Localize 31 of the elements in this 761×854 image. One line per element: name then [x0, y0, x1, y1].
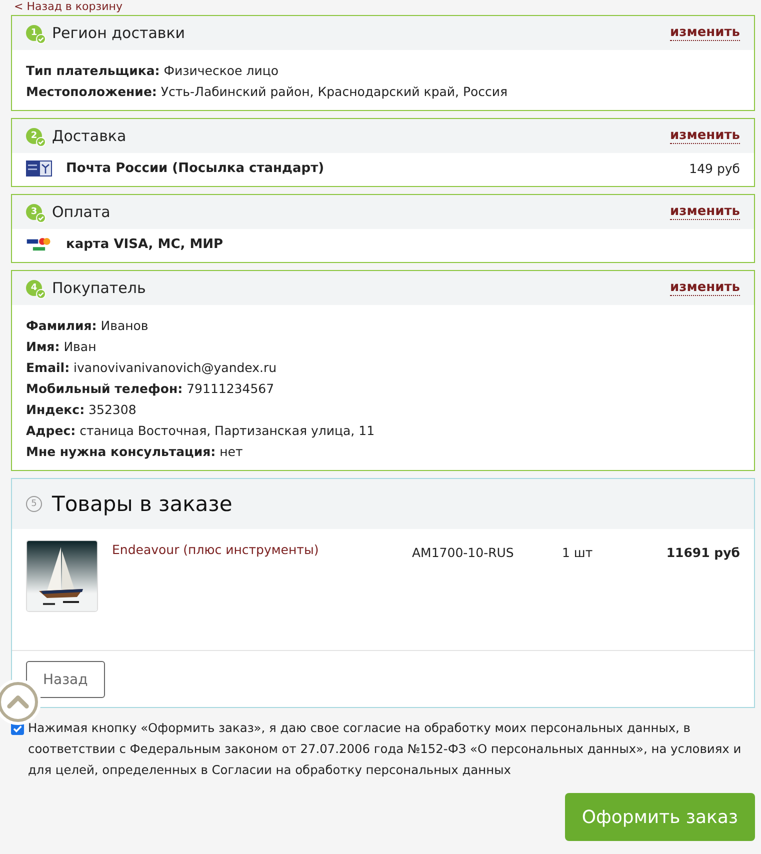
step-title: Доставка [52, 127, 126, 145]
field-line: Мне нужна консультация: нет [26, 443, 244, 461]
field-line: Фамилия: Иванов [26, 317, 150, 335]
step-title: Оплата [52, 203, 110, 221]
edit-link[interactable]: изменить [670, 25, 740, 41]
product-quantity: 1 шт [562, 545, 594, 560]
field-line: Email: ivanovivanivanovich@yandex.ru [26, 359, 278, 377]
back-to-cart-link[interactable]: < Назад в корзину [11, 0, 755, 13]
back-button[interactable]: Назад [26, 661, 105, 698]
edit-link[interactable]: изменить [670, 128, 740, 144]
step-title: Покупатель [52, 279, 146, 297]
field-line: Адрес: станица Восточная, Партизанская улица, 11 [26, 422, 376, 440]
post-logo-icon [26, 160, 52, 177]
edit-link[interactable]: изменить [670, 204, 740, 220]
delivery-price: 149 руб [689, 161, 740, 176]
product-price: 11691 руб [666, 545, 740, 560]
payment-cards-icon [26, 236, 52, 253]
consent-text: Нажимая кнопку «Оформить заказ», я даю свое согласие на обработку моих персональных данных, в соответствии с Федеральным законом от 27.07.2006 года №152-ФЗ «О персональных данных», на условиях и для целей, определенных в Согласии на обработку персональных данных [28, 720, 742, 779]
product-name-link[interactable]: Endeavour (плюс инструменты) [112, 542, 412, 557]
field-line: Имя: Иван [26, 338, 98, 356]
step-title: Товары в заказе [52, 492, 232, 516]
step-number-badge: 5 [26, 496, 42, 512]
delivery-method: Почта России (Посылка стандарт) [66, 161, 324, 176]
field-line: Мобильный телефон: 79111234567 [26, 380, 276, 398]
field-line: Индекс: 352308 [26, 401, 138, 419]
step-title: Регион доставки [52, 24, 186, 42]
edit-link[interactable]: изменить [670, 280, 740, 296]
product-sku: AM1700-10-RUS [412, 545, 515, 560]
field-line: Местоположение: Усть-Лабинский район, Краснодарский край, Россия [26, 83, 509, 101]
payment-method: карта VISA, MC, МИР [66, 237, 224, 252]
field-line: Тип плательщика: Физическое лицо [26, 62, 280, 80]
